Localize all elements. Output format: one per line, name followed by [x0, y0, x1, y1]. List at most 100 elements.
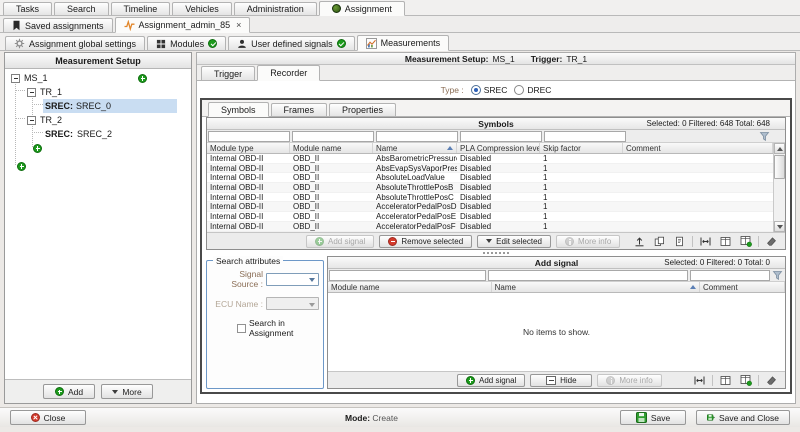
filter-input-pla[interactable]	[460, 131, 542, 142]
tab-vehicles[interactable]: Vehicles	[172, 2, 232, 15]
table-row[interactable]: Internal OBD-IIOBD_IIAbsoluteLoadValueDi…	[207, 173, 773, 183]
scroll-down-button[interactable]	[774, 221, 785, 232]
tree-node-srec2[interactable]: SREC: SREC_2	[5, 127, 191, 141]
filter-input-module-name[interactable]	[292, 131, 374, 142]
tab-tasks[interactable]: Tasks	[3, 2, 52, 15]
column-module-name[interactable]: Module name	[328, 282, 492, 292]
add-icon[interactable]	[33, 144, 42, 153]
column-skip-factor[interactable]: Skip factor	[540, 143, 623, 153]
tree-node-srec0[interactable]: SREC: SREC_0	[5, 99, 191, 113]
edit-selected-button[interactable]: Edit selected	[477, 235, 551, 248]
tab-symbols[interactable]: Symbols	[208, 102, 269, 117]
columns-icon	[720, 236, 731, 247]
tree-add-trigger-node[interactable]	[5, 141, 191, 155]
symbols-table-panel: Symbols Selected: 0 Filtered: 648 Total:…	[206, 117, 786, 250]
tree-add-measurement-node[interactable]	[5, 159, 191, 173]
more-button[interactable]: More	[101, 384, 153, 399]
add-button[interactable]: Add	[43, 384, 95, 399]
tab-search[interactable]: Search	[54, 2, 109, 15]
measurement-detail-panel: Measurement Setup: MS_1 Trigger: TR_1 Tr…	[196, 52, 796, 404]
radio-srec[interactable]: SREC	[471, 85, 508, 95]
tree-node-tr1[interactable]: TR_1	[5, 85, 191, 99]
paste-button[interactable]	[672, 235, 687, 248]
vertical-scrollbar[interactable]	[773, 143, 785, 232]
column-comment[interactable]: Comment	[623, 143, 773, 153]
document-tabs: Saved assignments Assignment_admin_85 ×	[0, 16, 800, 33]
tab-properties[interactable]: Properties	[329, 103, 396, 116]
table-row[interactable]: Internal OBD-IIOBD_IIAbsoluteThrottlePos…	[207, 183, 773, 193]
symbols-counts: Selected: 0 Filtered: 648 Total: 648	[647, 119, 786, 128]
fit-columns-icon	[694, 375, 705, 386]
show-columns-button[interactable]	[718, 374, 733, 387]
collapse-icon[interactable]	[27, 116, 36, 125]
filter-input-comment[interactable]	[690, 270, 770, 281]
add-columns-button[interactable]	[738, 374, 753, 387]
column-comment[interactable]: Comment	[700, 282, 785, 292]
radio-drec[interactable]: DREC	[514, 85, 551, 95]
add-signal-button[interactable]: Add signal	[457, 374, 525, 387]
search-in-assignment-checkbox[interactable]	[237, 324, 246, 333]
save-and-close-button[interactable]: Save and Close	[696, 410, 790, 425]
remove-selected-button[interactable]: Remove selected	[379, 235, 472, 248]
tab-modules[interactable]: Modules	[147, 36, 226, 50]
tab-trigger[interactable]: Trigger	[201, 66, 255, 80]
more-info-button[interactable]: More info	[597, 374, 661, 387]
column-module-type[interactable]: Module type	[207, 143, 290, 153]
more-info-button[interactable]: More info	[556, 235, 620, 248]
scroll-up-button[interactable]	[774, 143, 785, 154]
tree-node-tr2[interactable]: TR_2	[5, 113, 191, 127]
hide-button[interactable]: Hide	[530, 374, 592, 387]
save-button[interactable]: Save	[620, 410, 686, 425]
close-tab-icon[interactable]: ×	[236, 20, 241, 30]
tab-measurements[interactable]: Measurements	[357, 35, 450, 51]
tab-timeline[interactable]: Timeline	[111, 2, 171, 15]
arrow-down-icon	[777, 225, 783, 229]
table-row[interactable]: Internal OBD-IIOBD_IIAbsEvapSysVaporPres…	[207, 164, 773, 174]
signal-source-row: Signal Source :	[211, 269, 319, 289]
copy-button[interactable]	[652, 235, 667, 248]
fit-columns-button[interactable]	[692, 374, 707, 387]
column-pla[interactable]: PLA Compression level	[457, 143, 540, 153]
column-name[interactable]: Name	[373, 143, 457, 153]
filter-input-module-name[interactable]	[329, 270, 486, 281]
show-columns-button[interactable]	[718, 235, 733, 248]
filter-icon[interactable]	[772, 270, 783, 281]
add-signal-button[interactable]: Add signal	[306, 235, 374, 248]
tab-assignment-global-settings[interactable]: Assignment global settings	[5, 36, 145, 50]
filter-input-name[interactable]	[376, 131, 458, 142]
tab-saved-assignments[interactable]: Saved assignments	[3, 18, 113, 32]
add-icon[interactable]	[17, 162, 26, 171]
mode-indicator: Mode: Create	[345, 413, 398, 423]
tab-recorder[interactable]: Recorder	[257, 65, 320, 81]
filter-input-name[interactable]	[488, 270, 688, 281]
table-row[interactable]: Internal OBD-IIOBD_IIAcceleratorPedalPos…	[207, 212, 773, 222]
filter-input-skip[interactable]	[544, 131, 626, 142]
clear-filter-button[interactable]	[764, 235, 779, 248]
column-module-name[interactable]: Module name	[290, 143, 373, 153]
collapse-icon[interactable]	[27, 88, 36, 97]
tab-frames[interactable]: Frames	[271, 103, 328, 116]
column-name[interactable]: Name	[492, 282, 700, 292]
fit-columns-button[interactable]	[698, 235, 713, 248]
tab-assignment[interactable]: Assignment	[319, 1, 405, 16]
table-row[interactable]: Internal OBD-IIOBD_IIAcceleratorPedalPos…	[207, 202, 773, 212]
table-row[interactable]: Internal OBD-IIOBD_IIAbsBarometricPressu…	[207, 154, 773, 164]
tab-assignment-admin-85[interactable]: Assignment_admin_85 ×	[115, 17, 251, 33]
add-icon[interactable]	[138, 74, 147, 83]
filter-input-module-type[interactable]	[208, 131, 290, 142]
tab-administration[interactable]: Administration	[234, 2, 317, 15]
scrollbar-thumb[interactable]	[774, 155, 785, 179]
eraser-icon	[766, 375, 777, 386]
filter-icon[interactable]	[759, 131, 770, 142]
clear-filter-button[interactable]	[764, 374, 779, 387]
tab-user-defined-signals[interactable]: User defined signals	[228, 36, 355, 50]
close-button[interactable]: Close	[10, 410, 86, 425]
tree-node-ms1[interactable]: MS_1	[5, 71, 191, 85]
collapse-icon[interactable]	[11, 74, 20, 83]
export-button[interactable]	[632, 235, 647, 248]
table-row[interactable]: Internal OBD-IIOBD_IIAcceleratorPedalPos…	[207, 222, 773, 232]
signal-source-select[interactable]	[266, 273, 319, 286]
table-row[interactable]: Internal OBD-IIOBD_IIAbsoluteThrottlePos…	[207, 193, 773, 203]
add-columns-button[interactable]	[738, 235, 753, 248]
search-in-assignment-row[interactable]: Search in Assignment	[237, 318, 319, 338]
